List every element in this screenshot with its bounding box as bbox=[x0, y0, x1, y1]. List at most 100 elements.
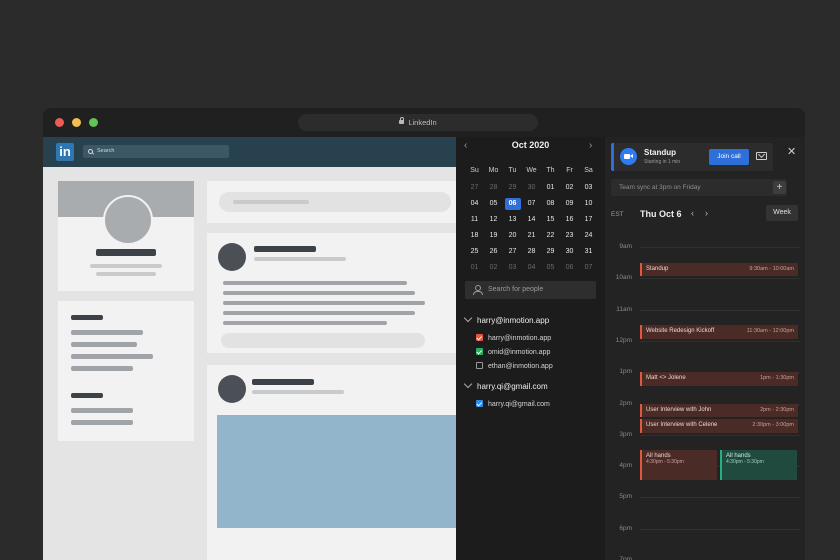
calendar-day[interactable]: 04 bbox=[467, 198, 483, 210]
calendar-day[interactable]: 28 bbox=[524, 246, 540, 258]
event-time: 11:30am - 12:00pm bbox=[746, 328, 794, 335]
linkedin-search-placeholder: Search bbox=[97, 148, 115, 154]
calendar-day[interactable]: 17 bbox=[581, 214, 597, 226]
sidebar-heading-placeholder bbox=[71, 315, 103, 320]
minimize-window-button[interactable] bbox=[72, 118, 81, 127]
hour-label: 7pm bbox=[619, 556, 632, 560]
calendar-name: harry@inmotion.app bbox=[488, 335, 552, 342]
calendar-day[interactable]: 25 bbox=[467, 246, 483, 258]
calendar-day[interactable]: 23 bbox=[562, 230, 578, 242]
linkedin-search-input[interactable]: Search bbox=[83, 145, 229, 158]
calendar-day[interactable]: 20 bbox=[505, 230, 521, 242]
calendar-day[interactable]: 29 bbox=[543, 246, 559, 258]
calendar-day-selected[interactable]: 06 bbox=[504, 198, 521, 210]
maximize-window-button[interactable] bbox=[89, 118, 98, 127]
calendar-day[interactable]: 01 bbox=[467, 262, 483, 274]
calendar-event[interactable]: User Interview with Celene 2:30pm - 3:00p… bbox=[640, 419, 798, 433]
calendar-event[interactable]: Website Redesign Kickoff 11:30am - 12:00p… bbox=[640, 325, 798, 339]
post-image-placeholder[interactable] bbox=[217, 415, 456, 528]
calendar-event[interactable]: User Interview with John 2pm - 2:30pm bbox=[640, 403, 798, 418]
timezone-label: EST bbox=[611, 211, 624, 218]
calendar-day[interactable]: 31 bbox=[581, 246, 597, 258]
calendar-day[interactable]: 22 bbox=[543, 230, 559, 242]
calendar-day[interactable]: 16 bbox=[562, 214, 578, 226]
calendar-event[interactable]: All hands 4:30pm - 5:30pm bbox=[640, 450, 717, 480]
join-call-button[interactable]: Join call bbox=[709, 149, 749, 165]
post-text-placeholder bbox=[223, 301, 425, 305]
calendar-day[interactable]: 29 bbox=[505, 182, 521, 194]
calendar-day[interactable]: 27 bbox=[505, 246, 521, 258]
calendar-toggle[interactable]: omid@inmotion.app bbox=[476, 348, 550, 358]
calendar-day[interactable]: 05 bbox=[486, 198, 502, 210]
checkbox[interactable] bbox=[476, 362, 483, 369]
calendar-day[interactable]: 30 bbox=[562, 246, 578, 258]
chevron-left-icon[interactable]: ‹ bbox=[691, 208, 694, 218]
calendar-day[interactable]: 02 bbox=[562, 182, 578, 194]
calendar-day[interactable]: 18 bbox=[467, 230, 483, 242]
calendar-day[interactable]: 09 bbox=[562, 198, 578, 210]
chevron-right-icon[interactable]: › bbox=[589, 140, 592, 151]
quick-add-input[interactable]: Team sync at 3pm on Friday bbox=[611, 179, 787, 196]
calendar-day[interactable]: 11 bbox=[467, 214, 483, 226]
post-text-placeholder bbox=[223, 321, 387, 325]
linkedin-logo[interactable]: in bbox=[56, 143, 74, 161]
calendar-day[interactable]: 02 bbox=[486, 262, 502, 274]
calendar-day[interactable]: 10 bbox=[581, 198, 597, 210]
calendar-day[interactable]: 06 bbox=[562, 262, 578, 274]
calendar-day[interactable]: 26 bbox=[486, 246, 502, 258]
calendar-day[interactable]: 03 bbox=[581, 182, 597, 194]
account-header[interactable]: harry@inmotion.app bbox=[463, 313, 549, 325]
people-search-placeholder: Search for people bbox=[488, 286, 544, 293]
calendar-day[interactable]: 24 bbox=[581, 230, 597, 242]
hour-gridline bbox=[640, 340, 800, 342]
close-icon[interactable]: ✕ bbox=[787, 145, 796, 158]
calendar-day[interactable]: 07 bbox=[524, 198, 540, 210]
mail-icon[interactable] bbox=[756, 152, 767, 160]
weekday-label: Mo bbox=[488, 167, 499, 174]
calendar-event[interactable]: Matt <> Jolene 1pm - 1:30pm bbox=[640, 372, 798, 386]
hour-label: 1pm bbox=[619, 368, 632, 376]
post-text-placeholder bbox=[223, 291, 415, 295]
hour-gridline bbox=[640, 309, 800, 311]
checkbox[interactable] bbox=[476, 400, 483, 407]
checkbox[interactable] bbox=[476, 348, 483, 355]
calendar-day[interactable]: 15 bbox=[543, 214, 559, 226]
event-time: 1pm - 1:30pm bbox=[760, 375, 794, 382]
calendar-toggle[interactable]: harry@inmotion.app bbox=[476, 334, 551, 344]
calendar-toggle[interactable]: ethan@inmotion.app bbox=[476, 362, 553, 372]
calendar-day[interactable]: 12 bbox=[486, 214, 502, 226]
view-switch-button[interactable]: Week bbox=[766, 205, 798, 221]
chevron-down-icon bbox=[463, 379, 473, 389]
calendar-day[interactable]: 05 bbox=[543, 262, 559, 274]
calendar-toggle[interactable]: harry.qi@gmail.com bbox=[476, 400, 550, 410]
checkbox[interactable] bbox=[476, 334, 483, 341]
calendar-day[interactable]: 04 bbox=[524, 262, 540, 274]
calendar-event[interactable]: Standup 9:30am - 10:00am bbox=[640, 262, 798, 277]
chevron-right-icon[interactable]: › bbox=[705, 208, 708, 218]
calendar-day[interactable]: 07 bbox=[581, 262, 597, 274]
account-header[interactable]: harry.qi@gmail.com bbox=[463, 379, 548, 391]
calendar-day[interactable]: 01 bbox=[543, 182, 559, 194]
people-search-input[interactable]: Search for people bbox=[465, 281, 596, 299]
calendar-day[interactable]: 19 bbox=[486, 230, 502, 242]
calendar-day[interactable]: 13 bbox=[505, 214, 521, 226]
calendar-day[interactable]: 30 bbox=[524, 182, 540, 194]
profile-line-placeholder bbox=[90, 264, 162, 268]
calendar-day[interactable]: 27 bbox=[467, 182, 483, 194]
calendar-day[interactable]: 21 bbox=[524, 230, 540, 242]
post-action-bar[interactable] bbox=[221, 333, 425, 348]
quick-add-placeholder: Team sync at 3pm on Friday bbox=[619, 184, 701, 191]
post-composer[interactable] bbox=[207, 181, 456, 223]
close-window-button[interactable] bbox=[55, 118, 64, 127]
calendar-day[interactable]: 03 bbox=[505, 262, 521, 274]
calendar-day[interactable]: 28 bbox=[486, 182, 502, 194]
calendar-event[interactable]: All hands 4:30pm - 5:30pm bbox=[720, 450, 797, 480]
event-time: 4:30pm - 5:30pm bbox=[646, 459, 684, 466]
plus-icon[interactable]: + bbox=[773, 181, 786, 194]
post-meta-placeholder bbox=[252, 390, 344, 394]
hour-label: 11am bbox=[616, 305, 632, 313]
calendar-day[interactable]: 08 bbox=[543, 198, 559, 210]
post-text-placeholder bbox=[223, 311, 415, 315]
address-bar[interactable]: LinkedIn bbox=[298, 114, 538, 131]
calendar-day[interactable]: 14 bbox=[524, 214, 540, 226]
